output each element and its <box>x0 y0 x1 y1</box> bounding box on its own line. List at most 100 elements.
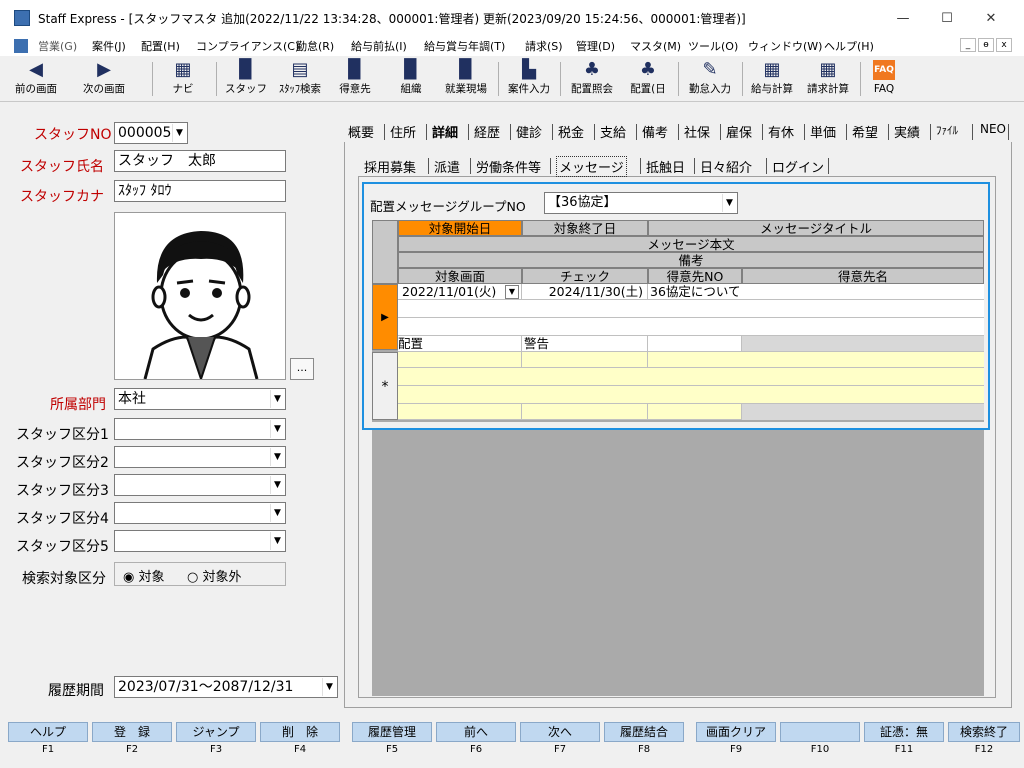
tab-neo[interactable]: NEO <box>980 122 1006 136</box>
staff-kana-field[interactable]: ｽﾀｯﾌ ﾀﾛｳ <box>114 180 286 202</box>
menu-advance-pay[interactable]: 給与前払(I) <box>351 38 407 54</box>
category3-select[interactable]: ▼ <box>114 474 286 496</box>
row1-target-screen[interactable]: 配置 <box>398 336 522 352</box>
current-row-indicator[interactable]: ▶ <box>372 284 398 350</box>
new-note[interactable] <box>398 386 984 404</box>
organization-button[interactable]: ▉ 組織 <box>390 58 432 100</box>
header-client-name[interactable]: 得意先名 <box>742 268 984 284</box>
clear-screen-button[interactable]: 画面クリア <box>696 722 776 742</box>
new-row-indicator[interactable]: * <box>372 352 398 420</box>
header-check[interactable]: チェック <box>522 268 648 284</box>
menu-case[interactable]: 案件(J) <box>92 38 126 54</box>
tab-results[interactable]: 実績 <box>894 122 920 141</box>
category5-select[interactable]: ▼ <box>114 530 286 552</box>
new-end-date[interactable] <box>522 352 648 368</box>
header-target-screen[interactable]: 対象画面 <box>398 268 522 284</box>
previous-button[interactable]: 前へ <box>436 722 516 742</box>
new-message-body[interactable] <box>398 368 984 386</box>
header-client-no[interactable]: 得意先NO <box>648 268 742 284</box>
history-select[interactable]: 2023/07/31～2087/12/31 ▼ <box>114 676 338 698</box>
menu-compliance[interactable]: コンプライアンス(C) <box>196 38 299 54</box>
tab-paid-leave[interactable]: 有休 <box>768 122 794 141</box>
photo-browse-button[interactable]: ... <box>290 358 314 380</box>
case-input-button[interactable]: ▙ 案件入力 <box>504 58 554 100</box>
row1-start-date[interactable]: 2022/11/01(火) ▼ <box>398 284 522 300</box>
minimize-button[interactable]: — <box>880 8 926 30</box>
subtab-login[interactable]: ログイン <box>772 157 824 176</box>
subtab-message[interactable]: メッセージ <box>556 156 627 177</box>
new-client-no[interactable] <box>648 404 742 420</box>
row1-message-body[interactable] <box>398 300 984 318</box>
new-target-screen[interactable] <box>398 404 522 420</box>
staff-no-select[interactable]: 000005 ▼ <box>114 122 188 144</box>
radio-non-target[interactable]: ○ 対象外 <box>187 566 242 585</box>
new-message-title[interactable] <box>648 352 984 368</box>
navi-button[interactable]: ▦ ナビ <box>162 58 204 100</box>
row1-message-title[interactable]: 36協定について <box>648 284 984 300</box>
faq-button[interactable]: FAQ FAQ <box>866 58 902 100</box>
radio-target[interactable]: ◉ 対象 <box>123 566 165 585</box>
tab-notes[interactable]: 備考 <box>642 122 668 141</box>
history-merge-button[interactable]: 履歴結合 <box>604 722 684 742</box>
end-search-button[interactable]: 検索終了 <box>948 722 1020 742</box>
tab-address[interactable]: 住所 <box>390 122 416 141</box>
menu-window[interactable]: ウィンドウ(W) <box>748 38 822 54</box>
menu-sales[interactable]: 営業(G) <box>38 38 77 54</box>
staff-button[interactable]: ▉ スタッフ <box>224 58 268 100</box>
placement-inquiry-button[interactable]: ♣ 配置照会 <box>566 58 618 100</box>
menu-billing[interactable]: 請求(S) <box>525 38 563 54</box>
header-start-date[interactable]: 対象開始日 <box>398 220 522 236</box>
category4-select[interactable]: ▼ <box>114 502 286 524</box>
mdi-minimize-button[interactable]: _ <box>960 38 976 52</box>
next-button[interactable]: 次へ <box>520 722 600 742</box>
history-manage-button[interactable]: 履歴管理 <box>352 722 432 742</box>
category1-select[interactable]: ▼ <box>114 418 286 440</box>
close-button[interactable]: ✕ <box>968 8 1014 30</box>
tab-health[interactable]: 健診 <box>516 122 542 141</box>
subtab-dispatch[interactable]: 派遣 <box>434 157 460 176</box>
header-message-body[interactable]: メッセージ本文 <box>398 236 984 252</box>
help-button[interactable]: ヘルプ <box>8 722 88 742</box>
subtab-recruitment[interactable]: 採用募集 <box>364 157 416 176</box>
tab-career[interactable]: 経歴 <box>474 122 500 141</box>
subtab-labor-conditions[interactable]: 労働条件等 <box>476 157 541 176</box>
category2-select[interactable]: ▼ <box>114 446 286 468</box>
row1-check[interactable]: 警告 <box>522 336 648 352</box>
new-start-date[interactable] <box>398 352 522 368</box>
menu-payroll[interactable]: 給与賞与年調(T) <box>424 38 505 54</box>
maximize-button[interactable]: ☐ <box>924 8 970 30</box>
menu-attendance[interactable]: 勤怠(R) <box>296 38 334 54</box>
header-note[interactable]: 備考 <box>398 252 984 268</box>
client-button[interactable]: ▉ 得意先 <box>334 58 376 100</box>
header-end-date[interactable]: 対象終了日 <box>522 220 648 236</box>
tab-detail[interactable]: 詳細 <box>432 122 458 141</box>
row1-note[interactable] <box>398 318 984 336</box>
register-button[interactable]: 登 録 <box>92 722 172 742</box>
subtab-conflict-date[interactable]: 抵触日 <box>646 157 685 176</box>
menu-help[interactable]: ヘルプ(H) <box>824 38 874 54</box>
prev-screen-button[interactable]: ◀ 前の画面 <box>10 58 62 100</box>
staff-name-field[interactable]: スタッフ 太郎 <box>114 150 286 172</box>
tab-unit-price[interactable]: 単価 <box>810 122 836 141</box>
tab-file[interactable]: ﾌｧｲﾙ <box>936 122 958 138</box>
worksite-button[interactable]: ▉ 就業現場 <box>440 58 492 100</box>
mdi-close-button[interactable]: x <box>996 38 1012 52</box>
mdi-restore-button[interactable]: ɵ <box>978 38 994 52</box>
message-group-select[interactable]: 【36協定】 ▼ <box>544 192 738 214</box>
tab-preference[interactable]: 希望 <box>852 122 878 141</box>
attendance-input-button[interactable]: ✎ 勤怠入力 <box>684 58 736 100</box>
header-message-title[interactable]: メッセージタイトル <box>648 220 984 236</box>
menu-master[interactable]: マスタ(M) <box>630 38 681 54</box>
tab-tax[interactable]: 税金 <box>558 122 584 141</box>
tab-overview[interactable]: 概要 <box>348 122 374 141</box>
subtab-daily-referral[interactable]: 日々紹介 <box>700 157 752 176</box>
delete-button[interactable]: 削 除 <box>260 722 340 742</box>
f10-button[interactable] <box>780 722 860 742</box>
staff-search-button[interactable]: ▤ ｽﾀｯﾌ検索 <box>272 58 328 100</box>
tab-payment[interactable]: 支給 <box>600 122 626 141</box>
evidence-button[interactable]: 証憑：無 <box>864 722 944 742</box>
menu-admin[interactable]: 管理(D) <box>576 38 615 54</box>
menu-tools[interactable]: ツール(O) <box>688 38 738 54</box>
row1-end-date[interactable]: 2024/11/30(土) <box>522 284 648 300</box>
next-screen-button[interactable]: ▶ 次の画面 <box>76 58 132 100</box>
